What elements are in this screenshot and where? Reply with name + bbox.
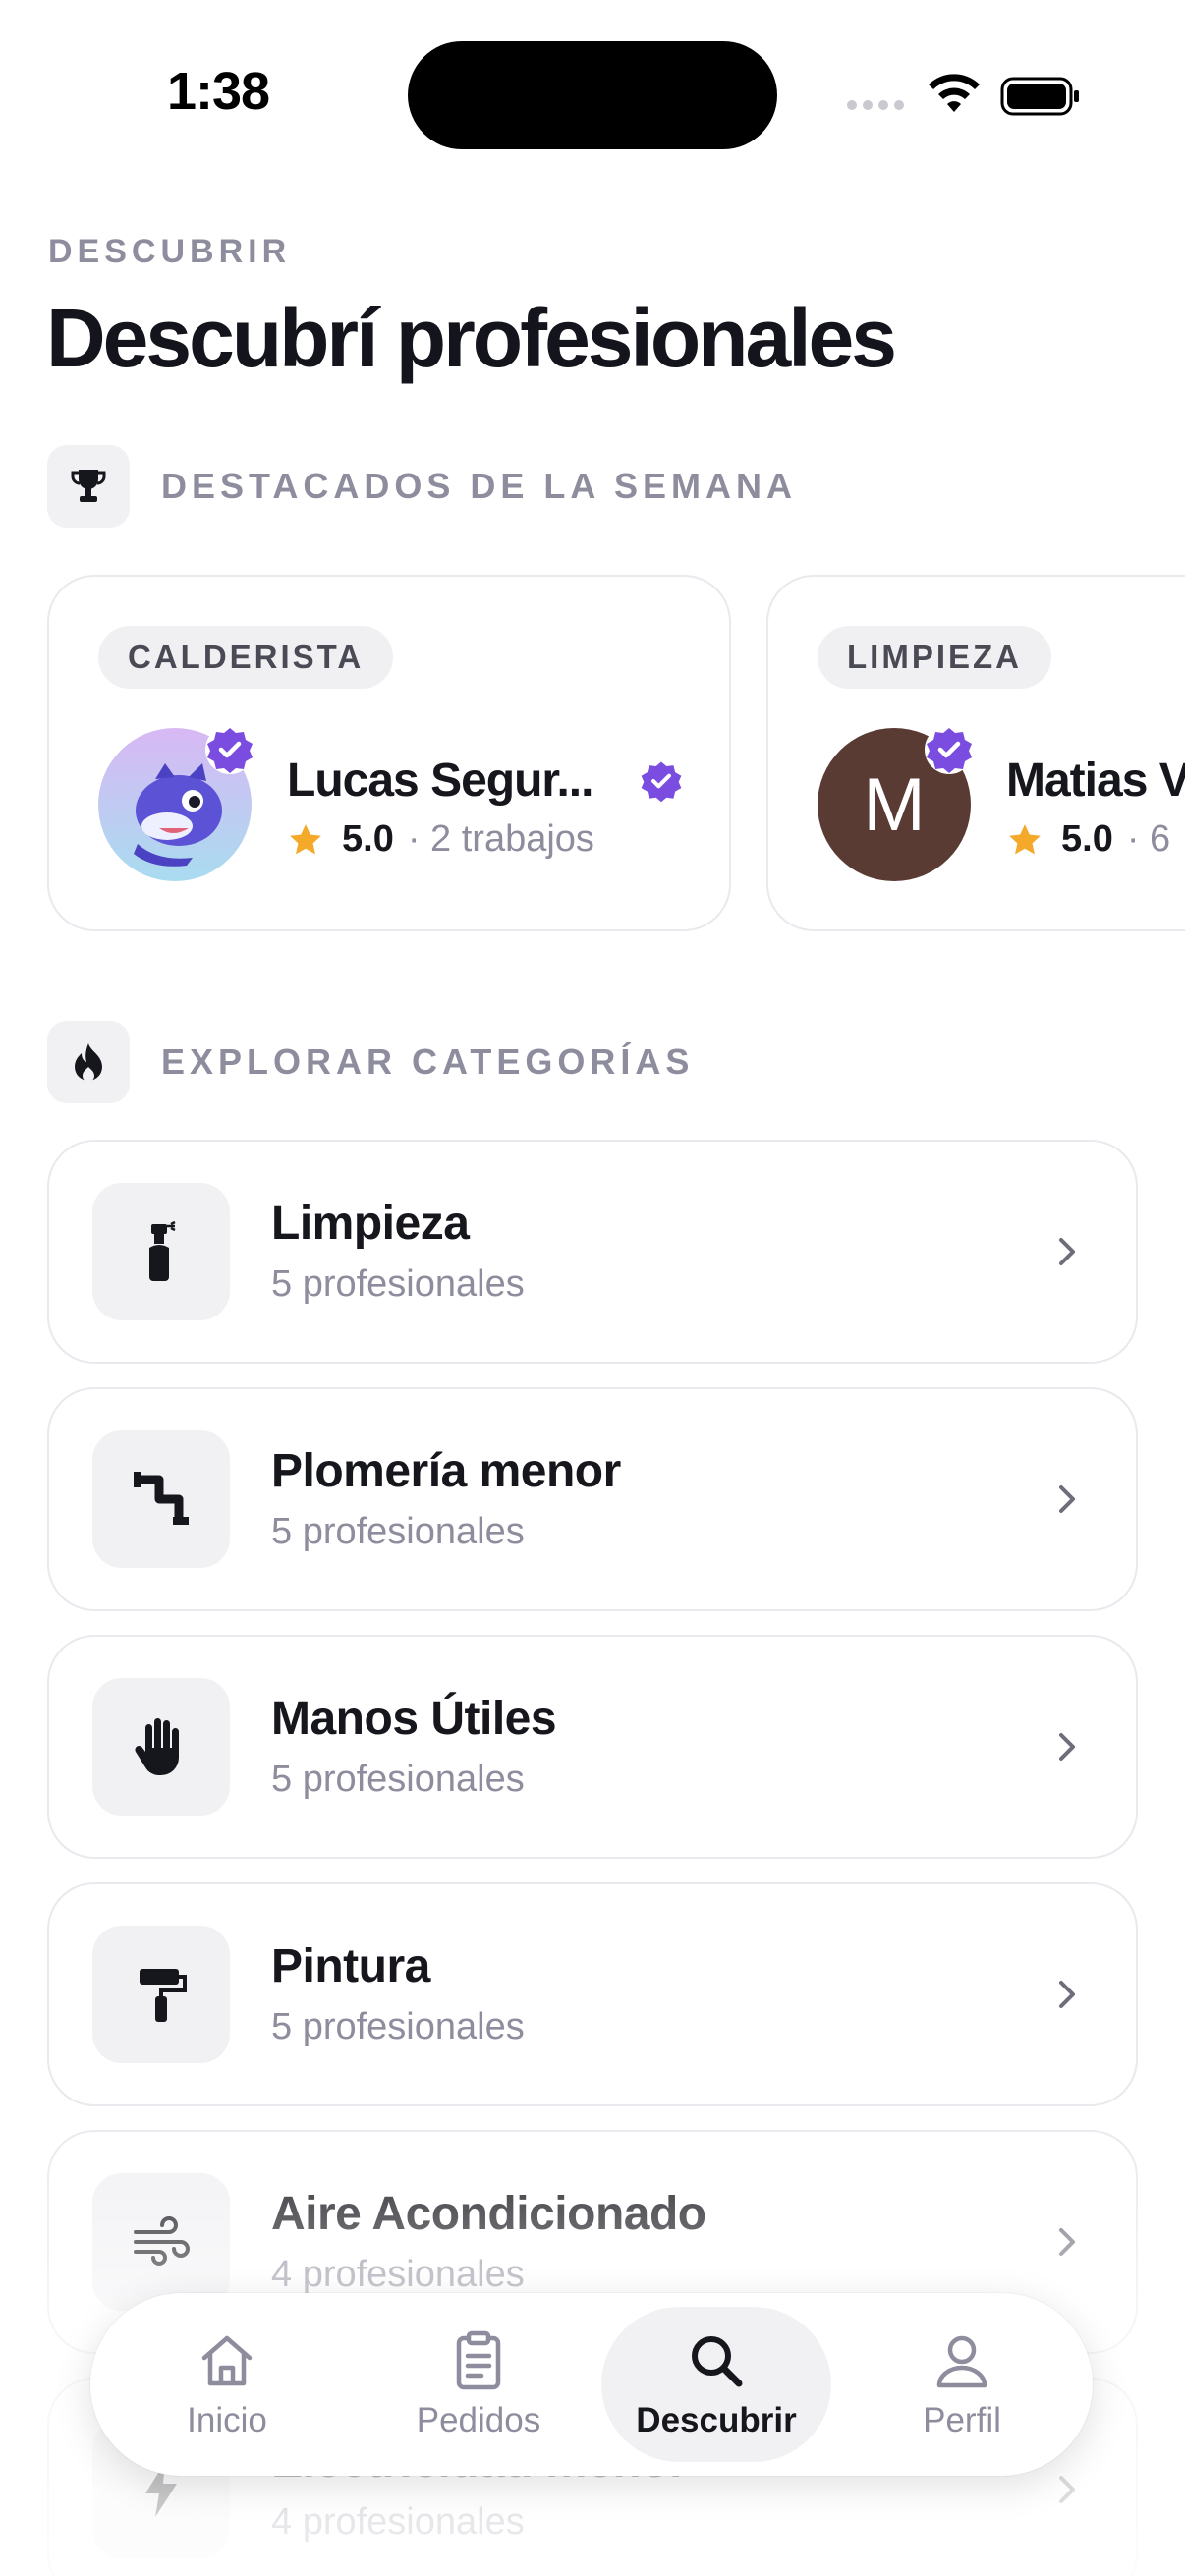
trophy-icon	[47, 445, 130, 528]
status-bar: 1:38	[0, 0, 1185, 196]
category-title: Pintura	[271, 1940, 430, 1992]
category-card-plomeria[interactable]: Plomería menor 5 profesionales	[47, 1387, 1138, 1611]
chevron-right-icon	[1059, 1238, 1075, 1265]
chevron-right-icon	[1059, 2476, 1075, 2503]
category-title: Limpieza	[271, 1198, 470, 1250]
categories-section-header: EXPLORAR CATEGORÍAS	[47, 1021, 694, 1103]
professional-meta: 5.0 · 2 trabajos	[287, 818, 594, 861]
star-icon	[1009, 823, 1041, 854]
chevron-right-icon	[1059, 1733, 1075, 1761]
featured-section-label: DESTACADOS DE LA SEMANA	[161, 466, 798, 506]
user-icon	[936, 2335, 988, 2388]
category-count: 5 profesionales	[271, 1263, 525, 1305]
tab-label: Inicio	[187, 2401, 267, 2439]
chevron-right-icon	[1059, 1981, 1075, 2008]
verified-badge-icon	[925, 725, 974, 774]
category-card-pintura[interactable]: Pintura 5 profesionales	[47, 1882, 1138, 2106]
wifi-icon	[929, 74, 980, 112]
featured-section-header: DESTACADOS DE LA SEMANA	[47, 445, 797, 528]
category-count: 4 profesionales	[271, 2501, 525, 2543]
page-title: Descubrí profesionales	[46, 292, 897, 384]
category-count: 5 profesionales	[271, 1759, 525, 1800]
clipboard-icon	[456, 2330, 501, 2390]
categories-section-label: EXPLORAR CATEGORÍAS	[161, 1041, 695, 1082]
rating-value: 5.0	[1061, 818, 1113, 860]
cellular-signal-icon	[847, 100, 908, 114]
tab-inicio[interactable]: Inicio	[112, 2307, 342, 2462]
page-eyebrow: DESCUBRIR	[48, 233, 292, 270]
professional-meta: 5.0 · 6	[1006, 818, 1170, 861]
paint-roller-icon	[92, 1926, 230, 2063]
tab-pedidos[interactable]: Pedidos	[364, 2307, 593, 2462]
category-count: 5 profesionales	[271, 2006, 525, 2047]
verified-badge-icon	[641, 761, 682, 803]
tab-bar: Inicio Pedidos Descubrir Perfil	[90, 2293, 1093, 2476]
dynamic-island	[408, 41, 777, 149]
category-title: Aire Acondicionado	[271, 2188, 706, 2240]
hand-icon	[92, 1678, 230, 1816]
tab-label: Pedidos	[416, 2401, 541, 2439]
flame-icon	[47, 1021, 130, 1103]
jobs-count: · 6	[1126, 818, 1171, 860]
category-chip: LIMPIEZA	[818, 626, 1051, 689]
tab-descubrir[interactable]: Descubrir	[601, 2307, 831, 2462]
star-icon	[290, 823, 321, 854]
pipe-icon	[92, 1430, 230, 1568]
tab-label: Perfil	[923, 2401, 1001, 2439]
search-icon	[692, 2336, 743, 2387]
home-icon	[201, 2335, 253, 2386]
category-title: Manos Útiles	[271, 1693, 557, 1745]
category-count: 4 profesionales	[271, 2254, 525, 2295]
spray-bottle-icon	[92, 1183, 230, 1320]
wind-icon	[92, 2173, 230, 2311]
tab-perfil[interactable]: Perfil	[847, 2307, 1077, 2462]
battery-icon	[1000, 77, 1079, 116]
category-count: 5 profesionales	[271, 1511, 525, 1552]
verified-badge-icon	[205, 725, 254, 774]
jobs-count: · 2 trabajos	[407, 818, 594, 860]
featured-carousel[interactable]: CALDERISTA Lucas Segur... 5.0 · 2 trabaj…	[47, 575, 1185, 933]
avatar: M	[818, 725, 974, 881]
professional-name: Lucas Segur...	[287, 755, 593, 807]
professional-name: Matias V	[1006, 755, 1185, 807]
category-chip: CALDERISTA	[98, 626, 394, 689]
category-card-manos-utiles[interactable]: Manos Útiles 5 profesionales	[47, 1635, 1138, 1859]
tab-label: Descubrir	[636, 2401, 797, 2439]
category-title: Plomería menor	[271, 1445, 621, 1497]
status-time: 1:38	[167, 62, 270, 121]
category-card-limpieza[interactable]: Limpieza 5 profesionales	[47, 1140, 1138, 1364]
chevron-right-icon	[1059, 1485, 1075, 1513]
chevron-right-icon	[1059, 2228, 1075, 2256]
featured-card[interactable]: LIMPIEZA M Matias V 5.0 · 6	[766, 575, 1185, 931]
rating-value: 5.0	[342, 818, 394, 860]
featured-card[interactable]: CALDERISTA Lucas Segur... 5.0 · 2 trabaj…	[47, 575, 731, 931]
avatar	[98, 725, 254, 881]
